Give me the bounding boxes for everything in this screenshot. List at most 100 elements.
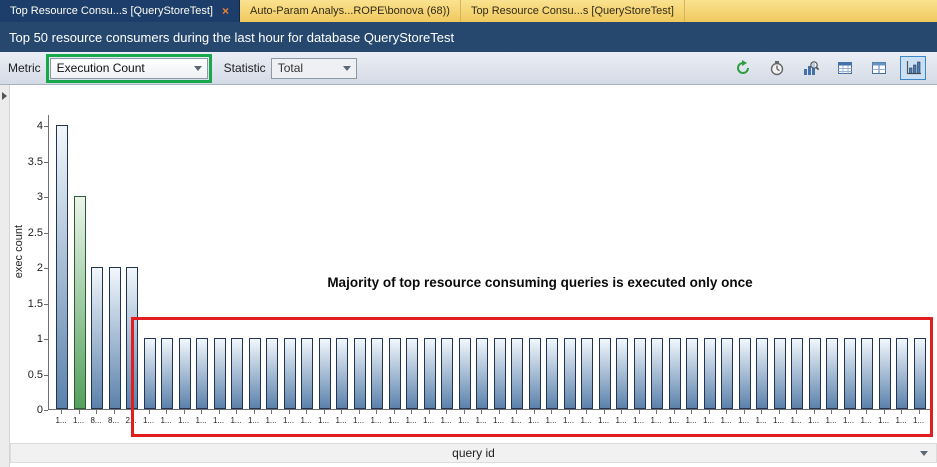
- x-tick-label: 1...: [281, 416, 297, 425]
- bar[interactable]: [266, 338, 278, 409]
- x-tick-label: 1...: [53, 416, 69, 425]
- bar[interactable]: [739, 338, 751, 409]
- bar[interactable]: [844, 338, 856, 409]
- bar[interactable]: [791, 338, 803, 409]
- collapsed-panel-splitter[interactable]: [0, 85, 10, 467]
- bar[interactable]: [861, 338, 873, 409]
- bar[interactable]: [179, 338, 191, 409]
- x-tick-label: 1...: [491, 416, 507, 425]
- x-tick-label: 1...: [351, 416, 367, 425]
- bar[interactable]: [144, 338, 156, 409]
- bar[interactable]: [406, 338, 418, 409]
- bar[interactable]: [599, 338, 611, 409]
- x-tick-label: 1...: [333, 416, 349, 425]
- bar[interactable]: [826, 338, 838, 409]
- bar[interactable]: [91, 267, 103, 409]
- x-axis-title: query id: [452, 446, 495, 460]
- x-tick-label: 1...: [911, 416, 927, 425]
- bar[interactable]: [459, 338, 471, 409]
- bar[interactable]: [319, 338, 331, 409]
- metric-highlight-annotation: Execution Count: [46, 54, 212, 83]
- bar[interactable]: [651, 338, 663, 409]
- x-tick-mark: [586, 410, 587, 414]
- bar[interactable]: [336, 338, 348, 409]
- bar[interactable]: [301, 338, 313, 409]
- x-tick-mark: [656, 410, 657, 414]
- x-tick-mark: [534, 410, 535, 414]
- view-split-grid-button[interactable]: [866, 56, 892, 80]
- bar[interactable]: [896, 338, 908, 409]
- x-tick-label: 1...: [526, 416, 542, 425]
- bar[interactable]: [581, 338, 593, 409]
- x-tick-label: 1...: [858, 416, 874, 425]
- chart-annotation: Majority of top resource consuming queri…: [140, 275, 937, 290]
- view-chart-button[interactable]: [798, 56, 824, 80]
- bar[interactable]: [564, 338, 576, 409]
- report-toolbar: Metric Execution Count Statistic Total: [0, 52, 937, 85]
- view-grid-button[interactable]: [832, 56, 858, 80]
- x-tick-mark: [341, 410, 342, 414]
- bar[interactable]: [284, 338, 296, 409]
- bar[interactable]: [214, 338, 226, 409]
- refresh-button[interactable]: [730, 56, 756, 80]
- view-bar-chart-button[interactable]: [900, 56, 926, 80]
- x-tick-label: 1...: [718, 416, 734, 425]
- x-tick-label: 1...: [421, 416, 437, 425]
- bar[interactable]: [371, 338, 383, 409]
- bar[interactable]: [441, 338, 453, 409]
- bar[interactable]: [704, 338, 716, 409]
- clock-icon: [769, 60, 785, 76]
- x-tick-label: 1...: [158, 416, 174, 425]
- time-interval-button[interactable]: [764, 56, 790, 80]
- bar[interactable]: [756, 338, 768, 409]
- bar[interactable]: [476, 338, 488, 409]
- bar[interactable]: [529, 338, 541, 409]
- bar[interactable]: [231, 338, 243, 409]
- bar[interactable]: [634, 338, 646, 409]
- bar[interactable]: [161, 338, 173, 409]
- x-tick-mark: [884, 410, 885, 414]
- bar[interactable]: [56, 125, 68, 409]
- bar[interactable]: [126, 267, 138, 409]
- bar[interactable]: [721, 338, 733, 409]
- bar[interactable]: [354, 338, 366, 409]
- bar[interactable]: [196, 338, 208, 409]
- bar[interactable]: [546, 338, 558, 409]
- bar[interactable]: [914, 338, 926, 409]
- bar[interactable]: [424, 338, 436, 409]
- bar[interactable]: [686, 338, 698, 409]
- x-tick-mark: [849, 410, 850, 414]
- tab-close-icon[interactable]: ×: [222, 5, 229, 17]
- tab-top-resource-consumers-2[interactable]: Top Resource Consu...s [QueryStoreTest]: [461, 0, 685, 22]
- x-axis-selector[interactable]: query id: [10, 443, 937, 463]
- x-tick-mark: [429, 410, 430, 414]
- metric-dropdown[interactable]: Execution Count: [50, 58, 208, 79]
- expand-panel-icon: [2, 92, 7, 100]
- bar[interactable]: [809, 338, 821, 409]
- x-tick-mark: [796, 410, 797, 414]
- x-tick-label: 1...: [631, 416, 647, 425]
- x-tick-label: 1...: [508, 416, 524, 425]
- chart-magnifier-icon: [803, 60, 819, 76]
- statistic-dropdown[interactable]: Total: [271, 58, 357, 79]
- x-tick-mark: [901, 410, 902, 414]
- tab-auto-param-analysis[interactable]: Auto-Param Analys...ROPE\bonova (68)): [240, 0, 461, 22]
- x-tick-mark: [324, 410, 325, 414]
- tab-top-resource-consumers-1[interactable]: Top Resource Consu...s [QueryStoreTest] …: [0, 0, 240, 22]
- x-tick-label: 1...: [578, 416, 594, 425]
- x-tick-label: 1...: [613, 416, 629, 425]
- bar-selected[interactable]: [74, 196, 86, 409]
- x-tick-label: 2...: [123, 416, 139, 425]
- bar[interactable]: [494, 338, 506, 409]
- y-tick-mark: [44, 410, 48, 411]
- bar[interactable]: [511, 338, 523, 409]
- bar[interactable]: [774, 338, 786, 409]
- chart-panel: exec count 00.511.522.533.54 1...1...8..…: [0, 85, 937, 467]
- x-tick-mark: [236, 410, 237, 414]
- bar[interactable]: [109, 267, 121, 409]
- bar[interactable]: [389, 338, 401, 409]
- bar[interactable]: [616, 338, 628, 409]
- bar[interactable]: [249, 338, 261, 409]
- bar[interactable]: [879, 338, 891, 409]
- bar[interactable]: [669, 338, 681, 409]
